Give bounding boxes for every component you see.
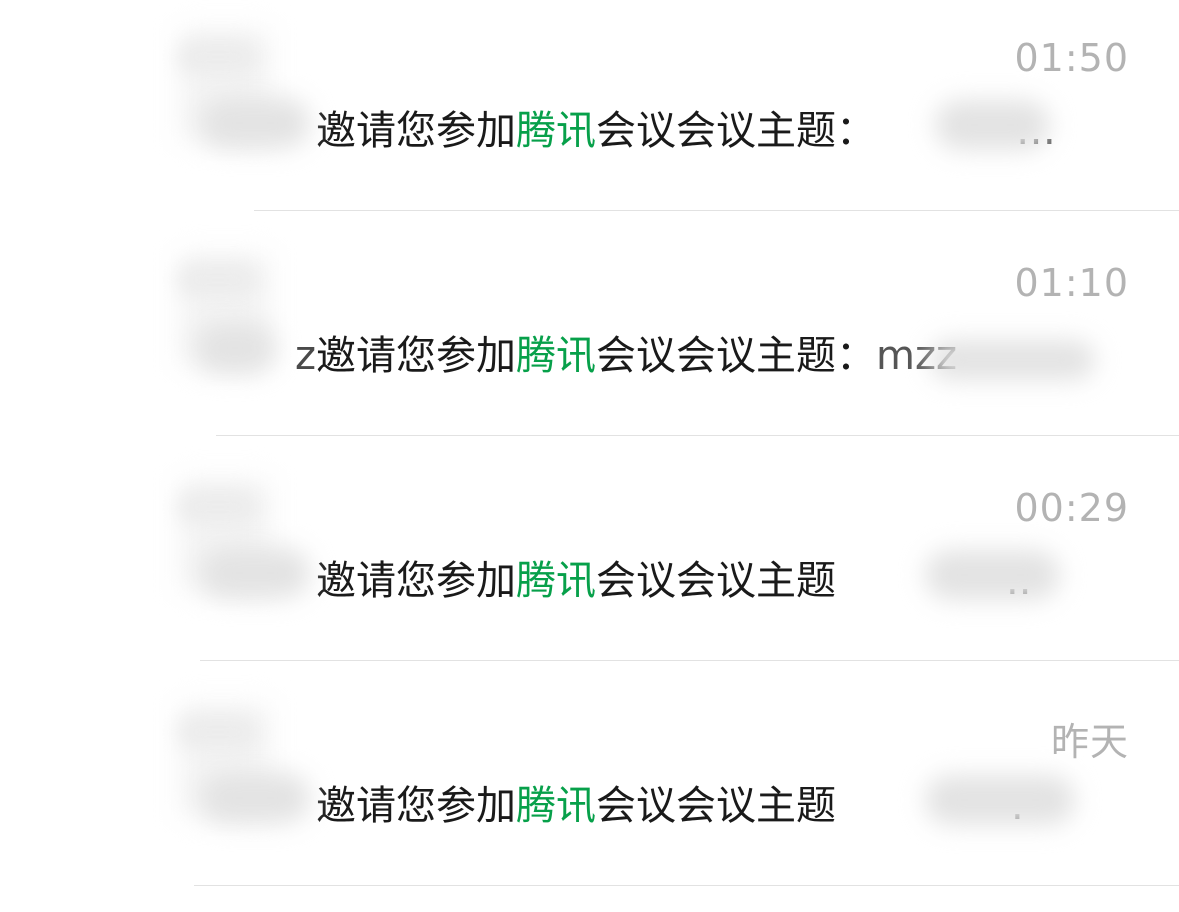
chat-list: 01:50 邀请您参加腾讯会议会议主题：… 01:10 z邀请您参加腾讯会议会议… — [0, 0, 1179, 912]
message-prefix: 邀请您参加 — [316, 558, 516, 604]
message-suffix: 会议会议主题 — [596, 558, 836, 604]
message-time: 00:29 — [1014, 486, 1129, 530]
redacted-topic — [930, 340, 1095, 380]
blurred-contact-name — [178, 40, 258, 74]
message-suffix: 会议会议主题 — [596, 783, 836, 829]
redacted-topic — [935, 100, 1050, 150]
message-time: 01:50 — [1014, 36, 1129, 80]
message-suffix: 会议会议主题 — [596, 108, 836, 154]
redacted-sender — [200, 98, 310, 148]
blurred-contact-name — [178, 263, 258, 297]
chat-list-item[interactable]: 昨天 邀请您参加腾讯会议会议主题. — [0, 675, 1179, 900]
blurred-contact-name — [178, 715, 258, 749]
message-suffix: 会议会议主题 — [596, 333, 836, 379]
divider — [216, 435, 1179, 436]
separator: ： — [836, 108, 876, 154]
redacted-sender — [200, 548, 310, 598]
highlight-keyword: 腾讯 — [516, 783, 596, 829]
message-preview: 邀请您参加腾讯会议会议主题：… — [186, 98, 1056, 156]
message-preview: 邀请您参加腾讯会议会议主题. — [186, 773, 1024, 831]
message-preview: z邀请您参加腾讯会议会议主题：mzz — [186, 323, 957, 381]
divider — [254, 210, 1179, 211]
redacted-topic — [925, 775, 1075, 825]
highlight-keyword: 腾讯 — [516, 333, 596, 379]
redacted-sender — [200, 773, 310, 823]
redacted-topic — [925, 550, 1060, 600]
highlight-keyword: 腾讯 — [516, 108, 596, 154]
separator: ： — [836, 333, 876, 379]
divider — [200, 660, 1179, 661]
blurred-contact-name — [178, 490, 258, 524]
message-time: 01:10 — [1014, 261, 1129, 305]
highlight-keyword: 腾讯 — [516, 558, 596, 604]
chat-list-item[interactable]: 01:50 邀请您参加腾讯会议会议主题：… — [0, 0, 1179, 225]
chat-list-item[interactable]: 01:10 z邀请您参加腾讯会议会议主题：mzz — [0, 225, 1179, 450]
chat-list-item[interactable]: 00:29 邀请您参加腾讯会议会议主题.. — [0, 450, 1179, 675]
divider — [194, 885, 1179, 886]
message-time: 昨天 — [1050, 720, 1129, 764]
message-prefix: 邀请您参加 — [316, 108, 516, 154]
message-preview: 邀请您参加腾讯会议会议主题.. — [186, 548, 1031, 606]
redacted-sender — [195, 323, 275, 373]
message-prefix: 邀请您参加 — [316, 333, 516, 379]
message-prefix: 邀请您参加 — [316, 783, 516, 829]
